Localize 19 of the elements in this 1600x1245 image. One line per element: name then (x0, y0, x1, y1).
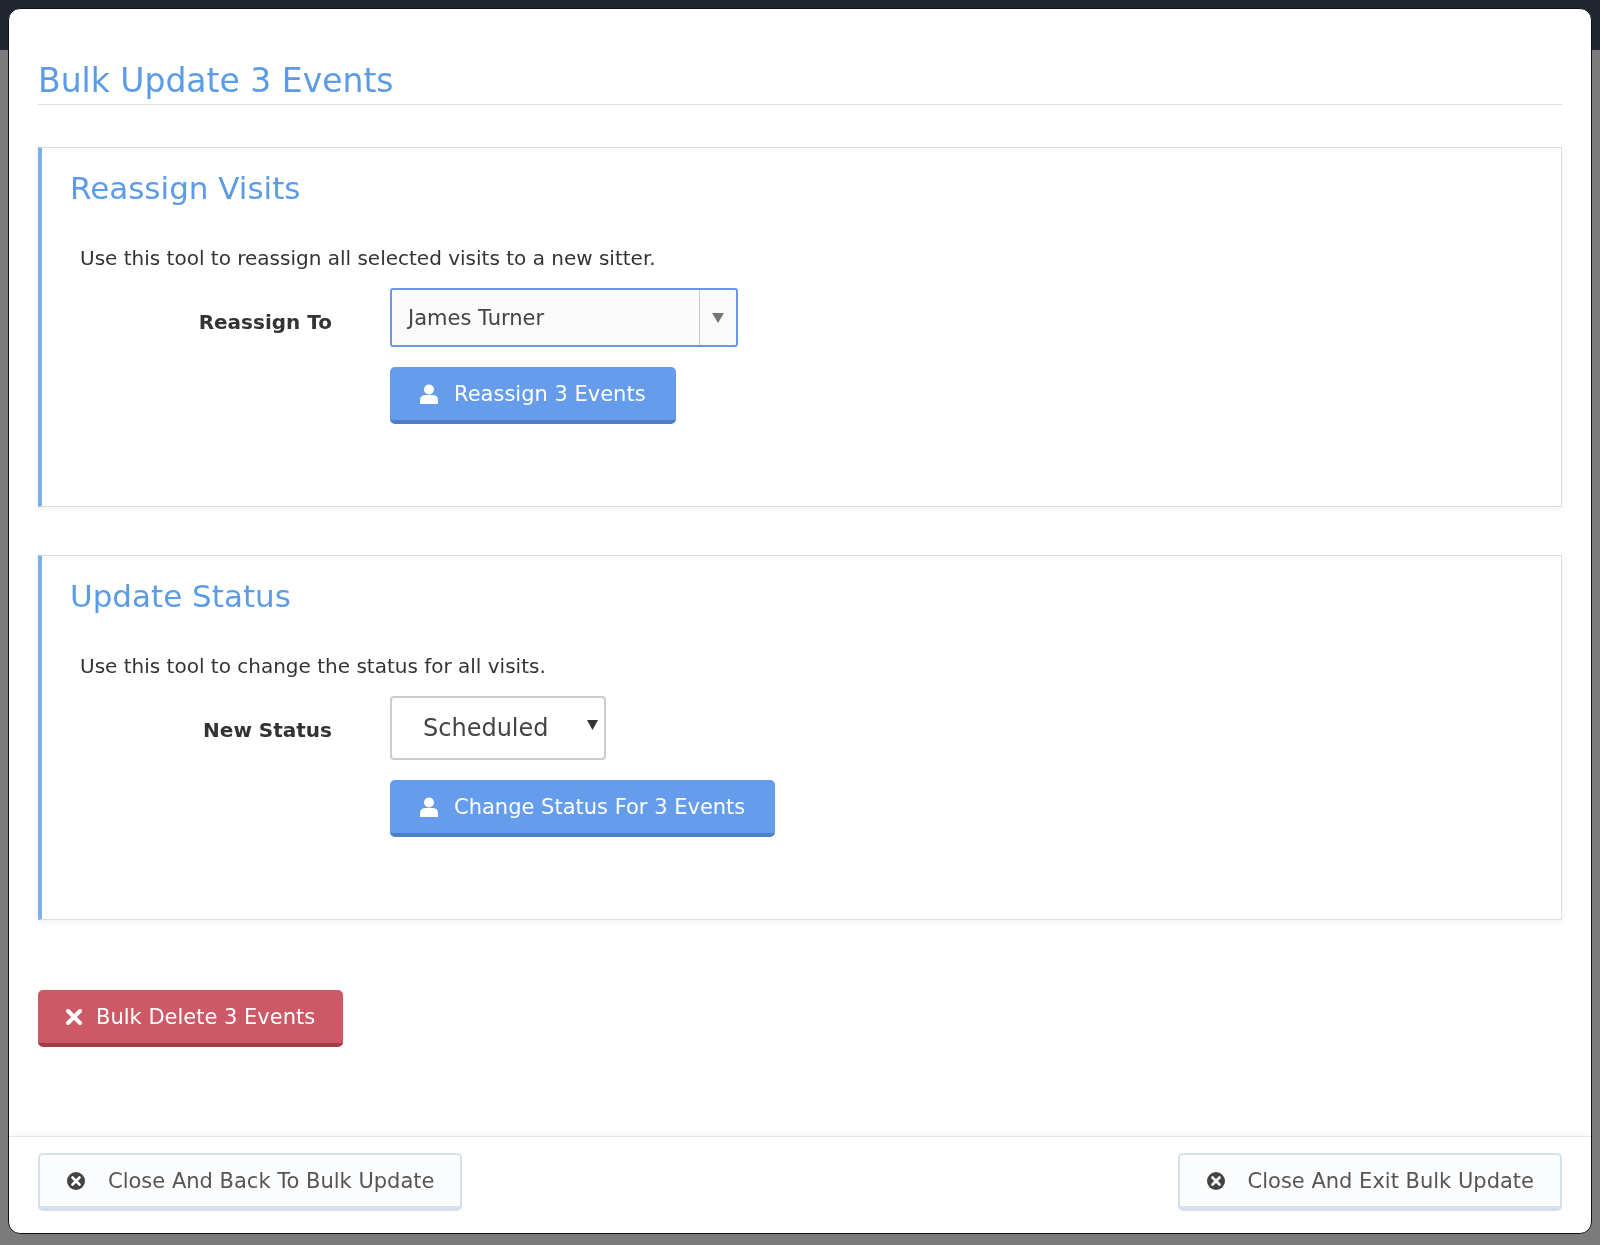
panel-heading: Reassign Visits (70, 170, 302, 206)
caret-icon (712, 312, 724, 323)
close-icon (1205, 1170, 1226, 1191)
dialog-title: Bulk Update 3 Events (38, 61, 1562, 105)
sitter-dropdown[interactable]: James Turner (390, 288, 738, 347)
close-button[interactable]: Close And Exit Bulk Update (1177, 1153, 1562, 1211)
panel-heading: Update Status (70, 578, 292, 614)
description-text: Use this tool to change the status for all visits. (80, 654, 547, 678)
caret-icon (587, 720, 598, 730)
close-button[interactable]: Close And Back To Bulk Update (38, 1153, 463, 1211)
person-icon (420, 383, 438, 404)
status-dropdown[interactable]: Scheduled (390, 696, 606, 760)
person-icon (420, 796, 438, 817)
delete-button[interactable]: Bulk Delete 3 Events (38, 990, 344, 1047)
description-text: Use this tool to reassign all selected visits to a new sitter. (80, 246, 657, 270)
field-label: Reassign To (197, 309, 333, 336)
x-icon (66, 1008, 82, 1025)
field-label: New Status (202, 717, 333, 744)
close-icon (66, 1170, 86, 1191)
